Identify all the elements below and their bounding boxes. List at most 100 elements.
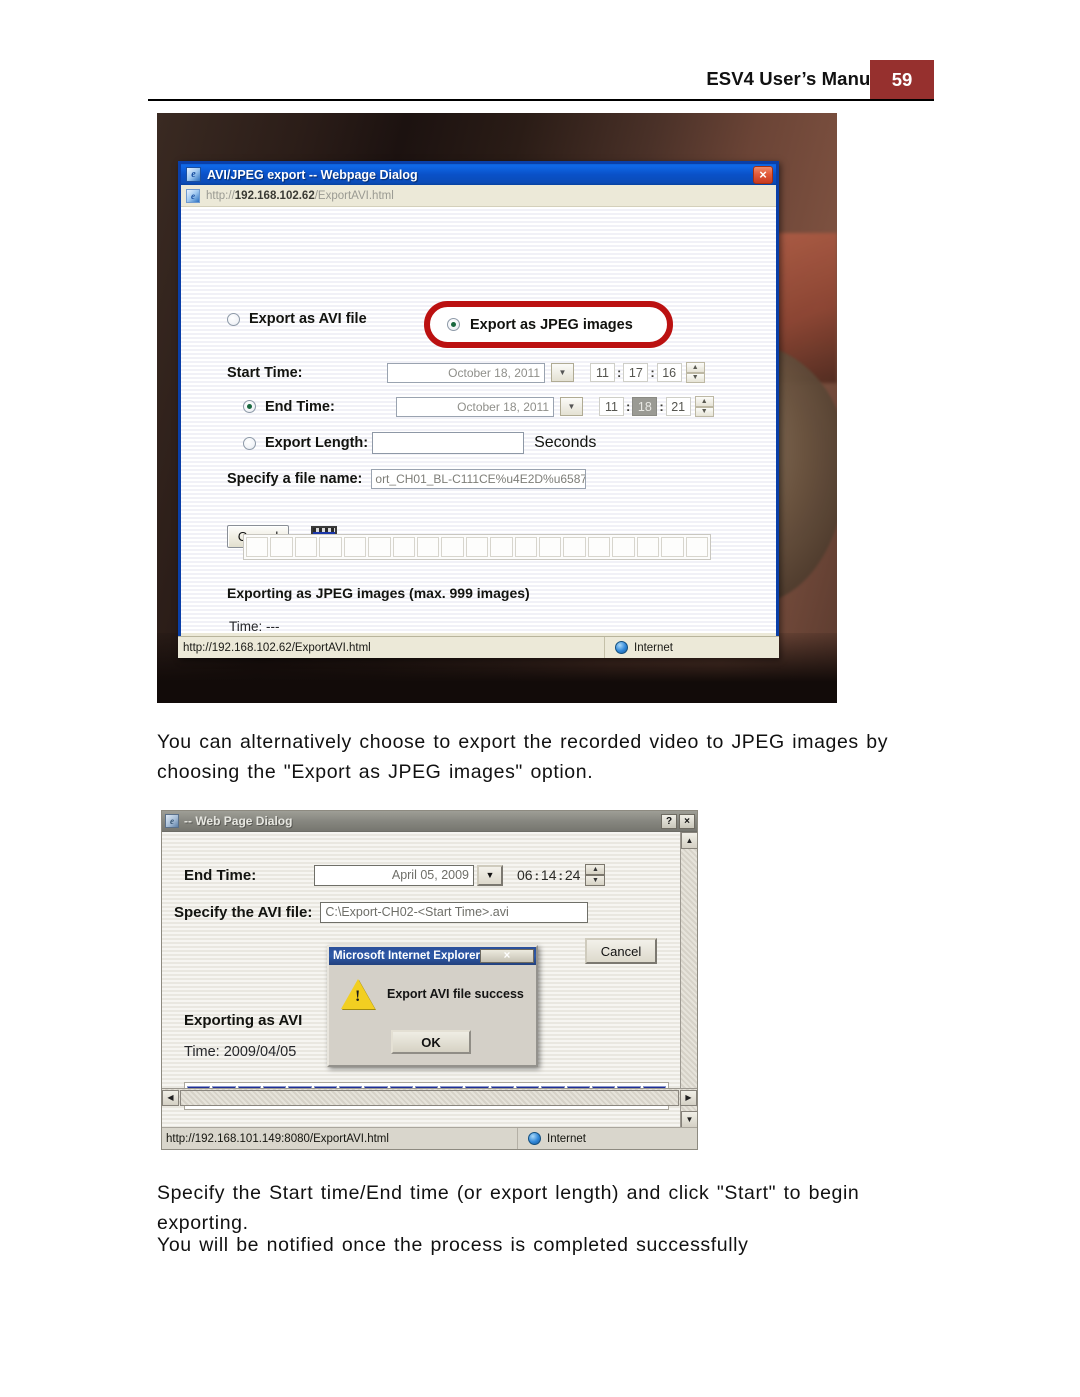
progress-segment <box>661 537 684 557</box>
globe-icon <box>528 1132 541 1145</box>
dialog2-end-time-row: End Time: April 05, 2009 ▼ 06 : 14 : 24 … <box>184 864 606 886</box>
spinner-up-icon[interactable]: ▲ <box>585 864 606 875</box>
export-time-row: Time: --- <box>229 619 280 634</box>
messagebox-ok-button[interactable]: OK <box>391 1030 471 1054</box>
address-prefix: http:// <box>206 189 235 202</box>
address-path: /ExportAVI.html <box>314 189 394 202</box>
close-icon[interactable]: × <box>679 813 695 829</box>
scroll-left-icon[interactable]: ◀ <box>162 1089 179 1106</box>
radio-button-selected-icon[interactable] <box>447 318 460 331</box>
radio-button-icon[interactable] <box>227 312 240 326</box>
progress-segment <box>416 537 440 557</box>
progress-segment <box>636 537 660 557</box>
progress-segment <box>246 537 269 557</box>
dialog2-time-value: Time: 2009/04/05 <box>184 1044 297 1060</box>
dialog2-end-time-second[interactable]: 24 <box>565 867 581 883</box>
scroll-thumb[interactable] <box>180 1089 679 1106</box>
export-length-input[interactable] <box>372 432 525 454</box>
radio-export-as-jpeg-label: Export as JPEG images <box>470 316 633 333</box>
dialog2-time-row: Time: 2009/04/05 <box>184 1044 296 1060</box>
dialog2-statusbar-url: http://192.168.101.149:8080/ExportAVI.ht… <box>166 1132 389 1145</box>
spinner-down-icon[interactable]: ▼ <box>694 406 714 417</box>
close-icon[interactable]: × <box>753 165 773 184</box>
dialog2-colon-1: : <box>534 867 539 883</box>
dialog-titlebar: e AVI/JPEG export -- Webpage Dialog × <box>178 161 779 185</box>
dialog2-end-time-minute[interactable]: 14 <box>541 867 557 883</box>
radio-export-as-jpeg[interactable]: Export as JPEG images <box>424 301 673 348</box>
dialog2-statusbar-zone: Internet <box>517 1128 697 1149</box>
avi-jpeg-export-dialog: e AVI/JPEG export -- Webpage Dialog × e … <box>178 161 779 658</box>
scroll-right-icon[interactable]: ▶ <box>680 1089 697 1106</box>
scroll-up-icon[interactable]: ▲ <box>681 832 697 849</box>
end-time-minute[interactable]: 18 <box>632 397 658 416</box>
close-icon[interactable]: × <box>479 949 534 963</box>
export-progress-title: Exporting as JPEG images (max. 999 image… <box>227 585 530 601</box>
dialog2-avi-file-input[interactable]: C:\Export-CH02-<Start Time>.avi <box>320 902 589 923</box>
export-time-value: Time: --- <box>229 619 280 634</box>
progress-segment <box>587 537 611 557</box>
progress-segment <box>612 537 635 557</box>
dialog-title: AVI/JPEG export -- Webpage Dialog <box>207 167 418 182</box>
export-length-row: Export Length: Seconds <box>243 432 596 454</box>
dialog2-cancel-button[interactable]: Cancel <box>585 938 657 964</box>
spinner-down-icon[interactable]: ▼ <box>685 372 705 383</box>
progress-segment <box>319 537 342 557</box>
globe-icon <box>615 641 628 654</box>
horizontal-scrollbar[interactable]: ◀ ▶ <box>162 1088 697 1106</box>
export-progress-title-row: Exporting as JPEG images (max. 999 image… <box>227 585 530 601</box>
dialog-statusbar: http://192.168.102.62/ExportAVI.html Int… <box>178 636 779 658</box>
end-time-hour[interactable]: 11 <box>599 397 624 416</box>
end-time-spinner[interactable]: ▲ ▼ <box>694 396 714 417</box>
radio-export-length[interactable] <box>243 436 256 450</box>
dialog2-time-spinner[interactable]: ▲ ▼ <box>585 864 606 886</box>
radio-export-as-avi[interactable]: Export as AVI file <box>227 311 367 327</box>
warning-triangle-icon <box>341 979 375 1009</box>
statusbar-zone: Internet <box>604 637 779 658</box>
start-time-hour[interactable]: 11 <box>590 363 615 382</box>
start-time-spinner[interactable]: ▲ ▼ <box>685 362 705 383</box>
body-paragraph-1: You can alternatively choose to export t… <box>157 731 889 783</box>
end-time-second[interactable]: 21 <box>665 397 691 416</box>
spinner-up-icon[interactable]: ▲ <box>694 396 714 407</box>
vertical-scrollbar[interactable]: ▲ ▼ <box>680 832 697 1128</box>
dialog2-titlebar: e -- Web Page Dialog ? × <box>162 811 697 832</box>
start-time-minute[interactable]: 17 <box>623 363 649 382</box>
spinner-down-icon[interactable]: ▼ <box>585 875 606 886</box>
dialog2-progress-title-row: Exporting as AVI <box>184 1012 302 1029</box>
progress-segment <box>441 537 464 557</box>
start-time-date-input[interactable]: October 18, 2011 <box>387 362 545 383</box>
page-header: ESV4 User’s Manual 59 <box>0 52 1080 102</box>
end-time-calendar-dropdown-icon[interactable]: ▼ <box>560 397 583 416</box>
export-length-unit: Seconds <box>534 434 597 451</box>
address-text: http://192.168.102.62/ExportAVI.html <box>206 190 394 202</box>
spinner-up-icon[interactable]: ▲ <box>685 362 705 373</box>
progress-segment <box>392 537 415 557</box>
manual-title: ESV4 User’s Manual <box>706 68 886 89</box>
page-number-badge: 59 <box>870 60 934 100</box>
file-name-input[interactable]: ort_CH01_BL-C111CE%u4E2D%u6587_.jpg <box>371 469 587 489</box>
figure-avi-export-screenshot: e -- Web Page Dialog ? × End Time: April… <box>161 810 698 1150</box>
body-paragraph-2: Specify the Start time/End time (or expo… <box>157 1182 860 1234</box>
radio-end-time[interactable] <box>243 400 256 413</box>
progress-segment <box>294 537 318 557</box>
radio-export-as-avi-label: Export as AVI file <box>249 311 367 327</box>
progress-segment <box>270 537 293 557</box>
time-colon-1: : <box>617 365 622 380</box>
scroll-down-icon[interactable]: ▼ <box>681 1111 697 1128</box>
dialog2-end-time-hour[interactable]: 06 <box>517 867 533 883</box>
progress-segment <box>490 537 513 557</box>
progress-segment <box>465 537 489 557</box>
dialog2-end-time-label: End Time: <box>184 866 257 884</box>
help-icon[interactable]: ? <box>661 813 677 829</box>
dialog2-calendar-dropdown-icon[interactable]: ▼ <box>477 864 503 886</box>
dialog2-progress-title: Exporting as AVI <box>184 1012 303 1029</box>
export-progress-bar <box>243 534 711 560</box>
dialog2-end-time-date-input[interactable]: April 05, 2009 <box>314 864 474 886</box>
ie-icon: e <box>165 814 179 828</box>
messagebox-titlebar: Microsoft Internet Explorer × <box>329 947 536 965</box>
manual-page: ESV4 User’s Manual 59 e AVI/JPEG export … <box>0 0 1080 1397</box>
start-time-second[interactable]: 16 <box>656 363 682 382</box>
end-time-date-input[interactable]: October 18, 2011 <box>396 396 554 417</box>
export-length-label: Export Length: <box>265 435 369 451</box>
start-time-calendar-dropdown-icon[interactable]: ▼ <box>551 363 574 382</box>
